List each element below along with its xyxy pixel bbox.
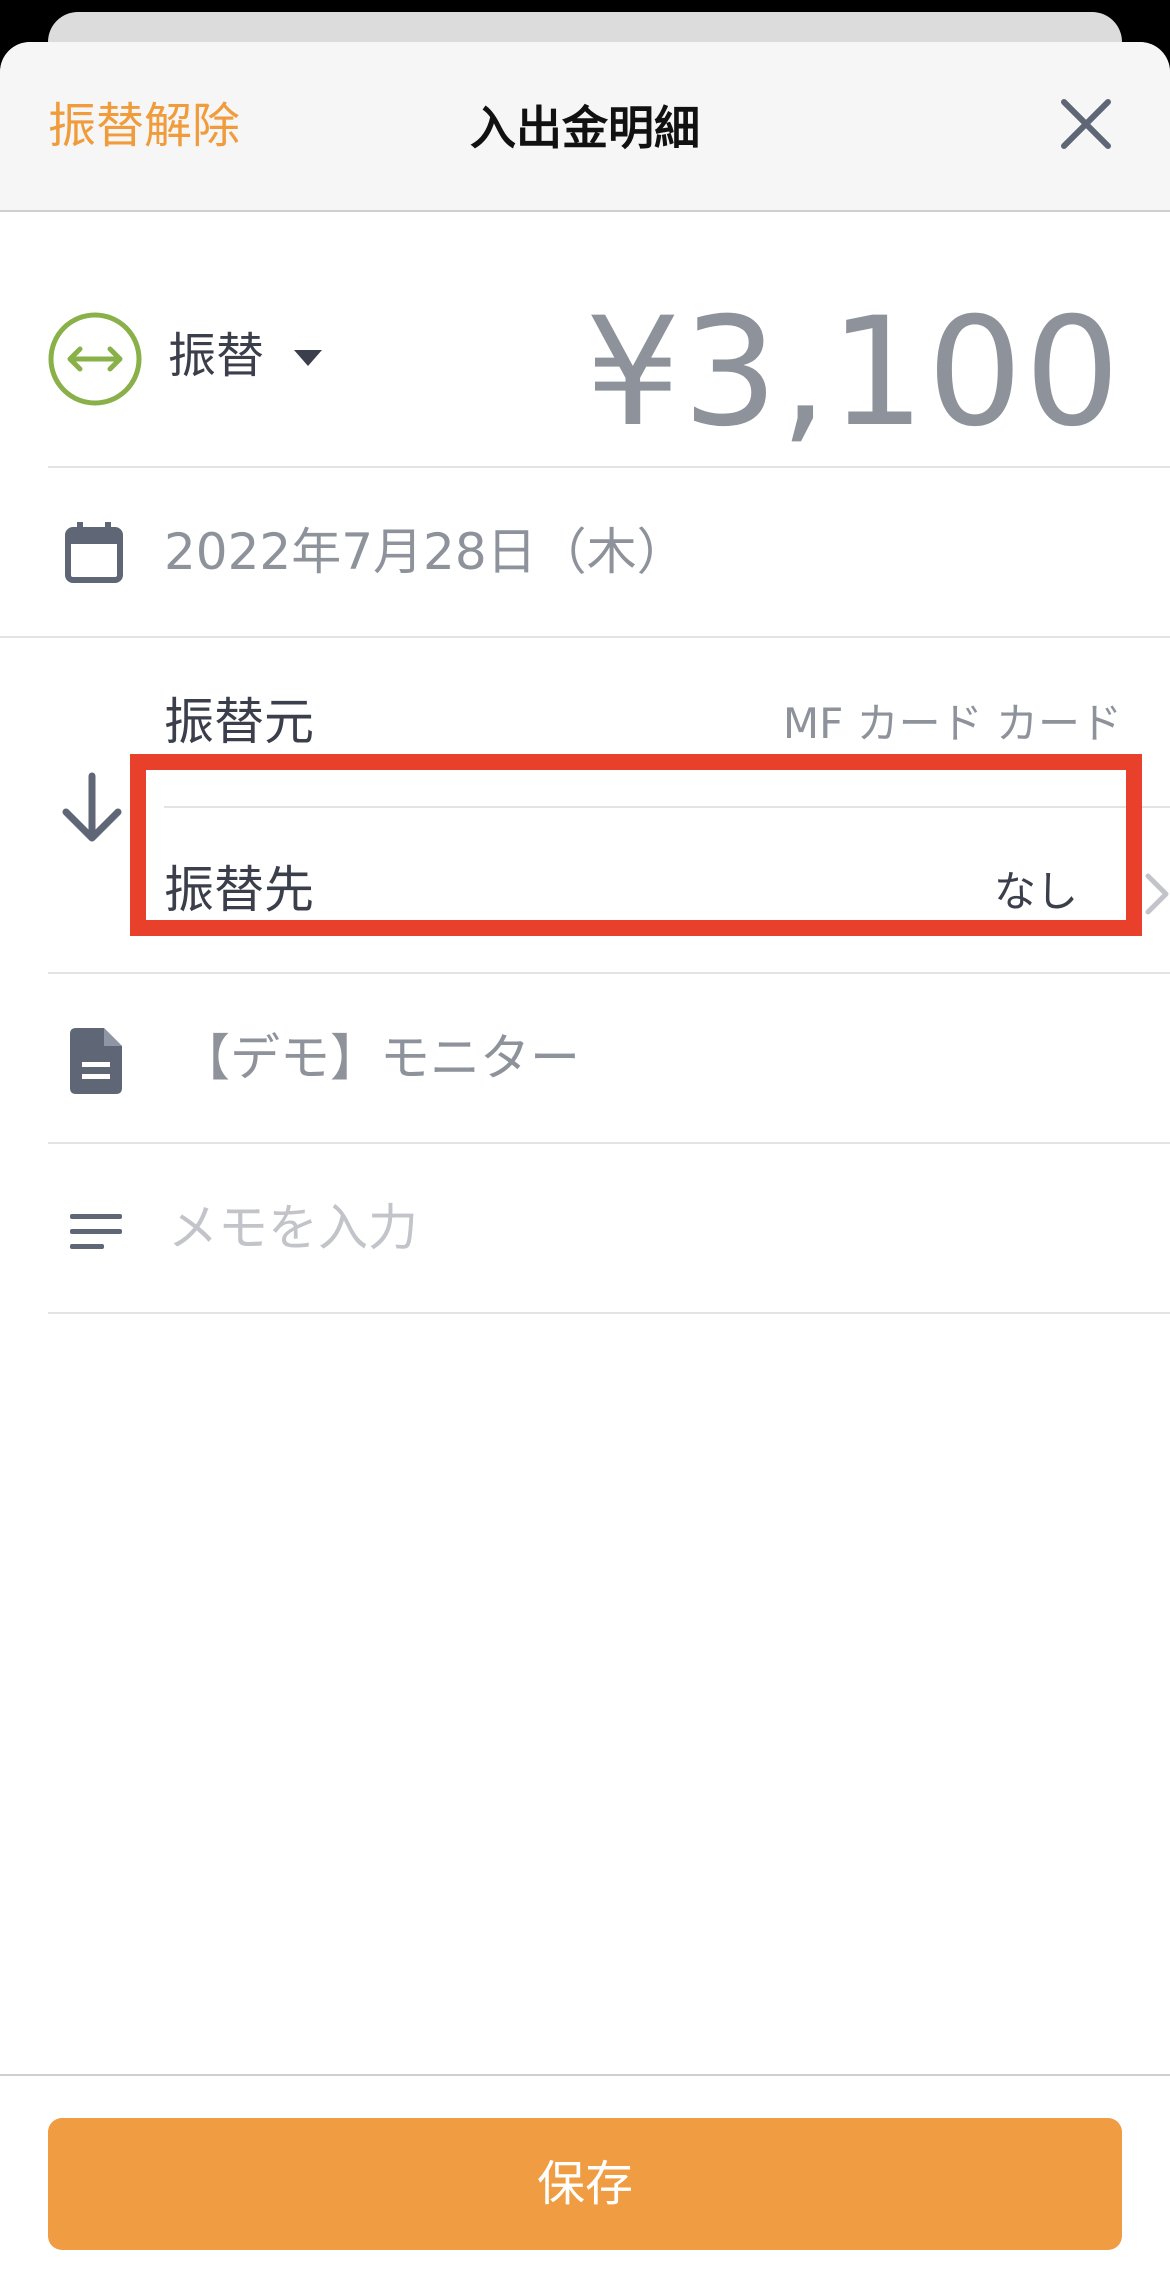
content-row[interactable]: 【デモ】モニター xyxy=(48,972,1170,1142)
transfer-destination-label: 振替先 xyxy=(164,861,314,919)
page-title: 入出金明細 xyxy=(470,101,700,155)
transaction-detail-sheet: 振替解除 入出金明細 振替 ¥3,100 2022年7月28日（木） 振替元 M… xyxy=(0,42,1170,2296)
sheet-header: 振替解除 入出金明細 xyxy=(0,42,1170,212)
memo-lines-icon xyxy=(70,1214,122,1249)
transfer-source-label: 振替元 xyxy=(164,693,314,751)
amount-display[interactable]: ¥3,100 xyxy=(585,288,1122,458)
date-value: 2022年7月28日（木） xyxy=(164,523,687,581)
close-icon[interactable] xyxy=(1058,96,1114,152)
date-row[interactable]: 2022年7月28日（木） xyxy=(48,466,1170,636)
transfer-accounts-block: 振替元 MF カード カード 振替先 なし xyxy=(0,636,1170,974)
footer: 保存 xyxy=(0,2074,1170,2296)
chevron-right-icon xyxy=(1145,873,1169,915)
transfer-destination-value: なし xyxy=(993,867,1078,916)
transfer-arrows-icon xyxy=(48,312,142,406)
caret-down-icon[interactable] xyxy=(292,348,324,368)
arrow-down-icon xyxy=(62,772,122,842)
transfer-source-row[interactable]: 振替元 MF カード カード xyxy=(164,638,1170,808)
content-value: 【デモ】モニター xyxy=(180,1029,580,1087)
calendar-icon xyxy=(65,522,123,583)
transaction-type-row: 振替 ¥3,100 xyxy=(0,212,1170,458)
memo-input[interactable] xyxy=(168,1188,1068,1268)
transfer-source-value: MF カード カード xyxy=(782,699,1122,748)
memo-row xyxy=(48,1142,1170,1314)
save-button[interactable]: 保存 xyxy=(48,2118,1122,2250)
document-icon xyxy=(70,1028,122,1094)
transaction-type-selector[interactable]: 振替 xyxy=(168,324,264,388)
transfer-destination-row[interactable]: 振替先 なし xyxy=(164,806,1170,974)
